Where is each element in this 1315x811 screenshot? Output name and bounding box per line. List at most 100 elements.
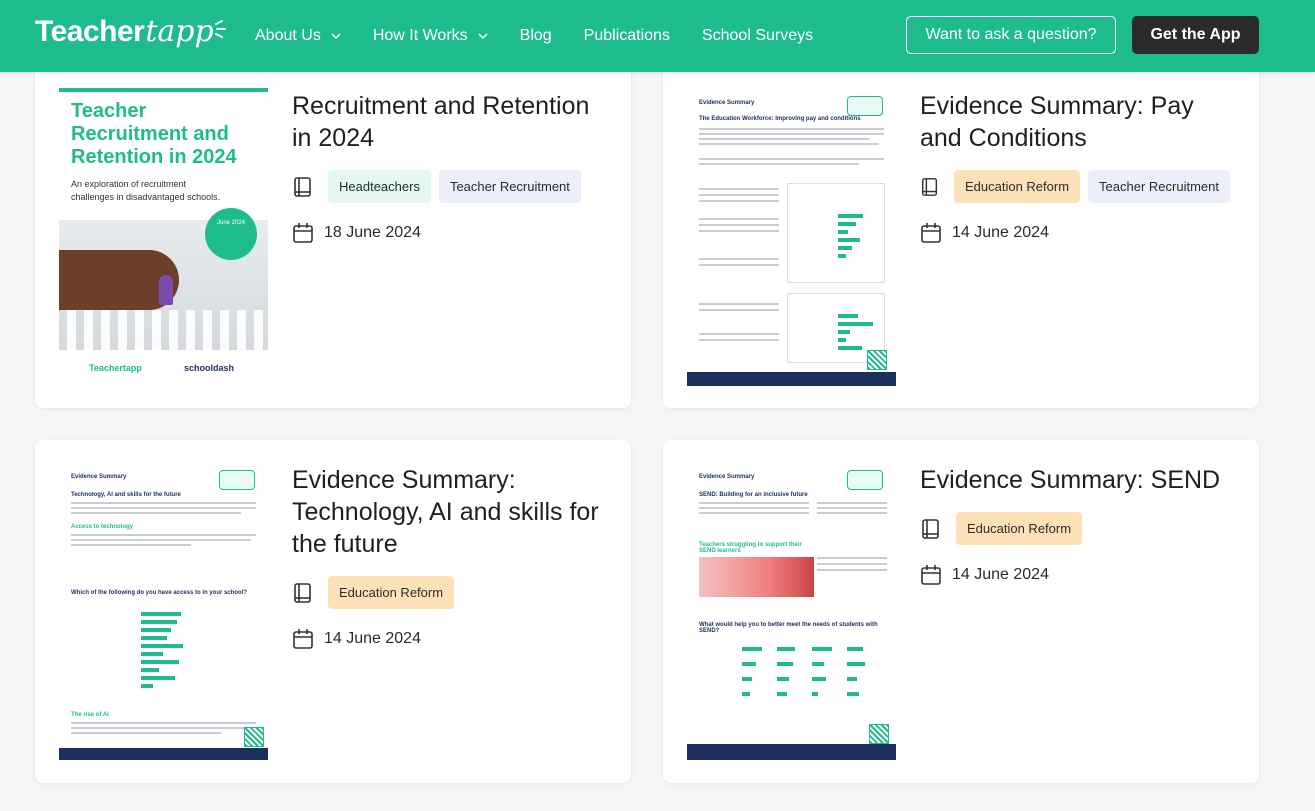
chart-bar xyxy=(742,662,756,666)
tag-education-reform[interactable]: Education Reform xyxy=(328,576,455,609)
text-line xyxy=(699,200,779,202)
doc-heading: Technology, AI and skills for the future xyxy=(71,492,181,498)
main-menu: About Us How It Works Blog Publications … xyxy=(255,0,845,72)
text-line xyxy=(817,502,887,504)
paper-figures xyxy=(67,310,267,350)
tag-teacher-recruitment[interactable]: Teacher Recruitment xyxy=(438,170,581,203)
chart-bar xyxy=(838,254,846,258)
chart-bar xyxy=(838,246,852,250)
cover-top-stripe xyxy=(59,88,268,92)
text-line xyxy=(71,722,256,724)
menu-label: Publications xyxy=(583,27,670,44)
doc-label: Evidence Summary xyxy=(71,474,127,480)
chart-bar xyxy=(847,692,859,696)
cover-design: Evidence Summary SEND: Building for an i… xyxy=(687,462,896,760)
publication-card[interactable]: Evidence Summary The Education Workforce… xyxy=(663,60,1259,408)
tag-education-reform[interactable]: Education Reform xyxy=(956,512,1083,545)
text-line xyxy=(699,333,779,335)
card-title[interactable]: Evidence Summary: Pay and Conditions xyxy=(920,90,1230,154)
menu-item-publications[interactable]: Publications xyxy=(584,27,670,45)
date-text: 14 June 2024 xyxy=(952,224,1049,241)
menu-item-about-us[interactable]: About Us xyxy=(255,27,341,45)
publication-card[interactable]: Evidence Summary Technology, AI and skil… xyxy=(35,440,631,783)
doc-section: The rise of AI xyxy=(71,712,109,718)
cover-badge: June 2024 xyxy=(205,208,257,260)
chevron-down-icon xyxy=(331,33,341,40)
menu-item-how-it-works[interactable]: How It Works xyxy=(373,27,488,45)
menu-label: Blog xyxy=(519,27,552,44)
chart-bar xyxy=(141,660,179,664)
menu-item-school-surveys[interactable]: School Surveys xyxy=(702,27,813,45)
book-icon xyxy=(921,177,938,196)
doc-label: Evidence Summary xyxy=(699,474,755,480)
doc-footer-band xyxy=(687,744,896,760)
chart-bar xyxy=(838,214,863,218)
chart-bar xyxy=(141,652,163,656)
publication-cover-image[interactable]: Evidence Summary SEND: Building for an i… xyxy=(687,462,896,760)
text-line xyxy=(817,512,887,514)
chart-bar xyxy=(812,692,818,696)
chart-bar xyxy=(742,692,750,696)
ask-question-button[interactable]: Want to ask a question? xyxy=(906,16,1116,54)
chart-bar xyxy=(742,647,762,651)
card-title[interactable]: Evidence Summary: SEND xyxy=(920,464,1230,496)
text-line xyxy=(71,507,256,509)
publication-cover-image[interactable]: Evidence Summary Technology, AI and skil… xyxy=(59,462,268,760)
chart-bar xyxy=(847,647,863,651)
tag-list: Education Reform Teacher Recruitment xyxy=(920,170,1230,203)
get-the-app-button[interactable]: Get the App xyxy=(1132,16,1259,54)
doc-label: Evidence Summary xyxy=(699,100,755,106)
text-line xyxy=(699,264,779,266)
text-line xyxy=(699,230,779,232)
text-line xyxy=(699,339,779,341)
doc-section: Access to technology xyxy=(71,524,134,530)
chart-bar xyxy=(141,684,153,688)
doc-logo xyxy=(847,96,883,116)
text-line xyxy=(699,163,859,165)
tag-headteachers[interactable]: Headteachers xyxy=(328,170,431,203)
date-text: 14 June 2024 xyxy=(324,630,421,647)
chart-bar xyxy=(141,644,183,648)
publication-card[interactable]: Teacher Recruitment and Retention in 202… xyxy=(35,60,631,408)
logo-rays-icon xyxy=(214,20,226,38)
doc-heading: SEND: Building for an inclusive future xyxy=(699,492,808,498)
publication-card[interactable]: Evidence Summary SEND: Building for an i… xyxy=(663,440,1259,783)
chart-bar xyxy=(838,314,858,318)
teachertapp-logo[interactable]: Teacher tapp xyxy=(35,14,226,54)
cover-subtitle: An exploration of recruitment challenges… xyxy=(71,179,221,202)
qr-code xyxy=(867,350,887,370)
doc-section: Teachers struggling to support their SEN… xyxy=(699,542,802,554)
chart-bar xyxy=(141,668,159,672)
chevron-down-icon xyxy=(478,33,488,40)
text-line xyxy=(699,128,884,130)
publication-cover-image[interactable]: Teacher Recruitment and Retention in 202… xyxy=(59,88,268,386)
text-line xyxy=(699,194,779,196)
menu-item-blog[interactable]: Blog xyxy=(520,27,552,45)
cover-logo-teachertapp: Teachertapp xyxy=(89,363,142,373)
menu-label: School Surveys xyxy=(701,27,814,44)
chart-bar xyxy=(838,230,848,234)
text-line xyxy=(71,544,191,546)
date-text: 14 June 2024 xyxy=(952,566,1049,583)
text-line xyxy=(699,507,809,509)
tag-education-reform[interactable]: Education Reform xyxy=(953,170,1081,203)
chart-bar xyxy=(777,692,787,696)
tag-teacher-recruitment[interactable]: Teacher Recruitment xyxy=(1088,170,1230,203)
text-line xyxy=(71,727,256,729)
publication-cover-image[interactable]: Evidence Summary The Education Workforce… xyxy=(687,88,896,386)
chart-bar xyxy=(141,628,171,632)
tag-list: Headteachers Teacher Recruitment xyxy=(292,170,602,203)
text-line xyxy=(699,303,779,305)
purple-figure xyxy=(159,275,173,305)
chart-bar xyxy=(141,636,167,640)
card-title[interactable]: Evidence Summary: Technology, AI and ski… xyxy=(292,464,602,560)
text-line xyxy=(71,512,241,514)
menu-label: About Us xyxy=(255,27,321,44)
doc-footer-band xyxy=(59,748,268,760)
calendar-icon xyxy=(293,223,313,243)
card-title[interactable]: Recruitment and Retention in 2024 xyxy=(292,90,602,154)
chart-bar xyxy=(777,662,793,666)
cover-logo-schooldash: schooldash xyxy=(184,363,235,373)
book-icon xyxy=(294,582,311,603)
chart-bar xyxy=(847,677,857,681)
